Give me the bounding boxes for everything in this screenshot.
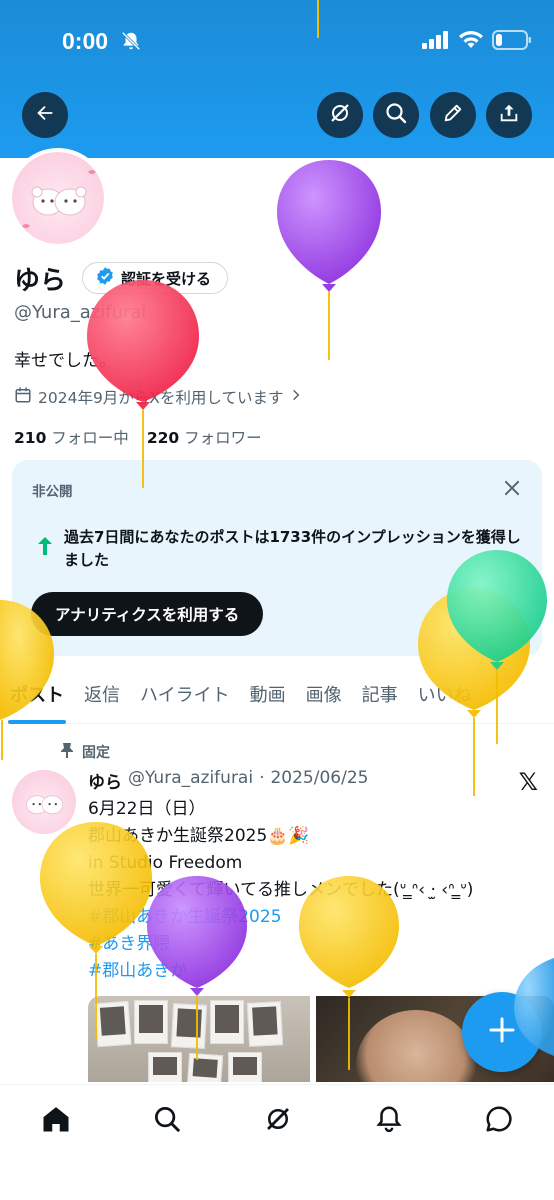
bottom-navigation xyxy=(0,1084,554,1200)
profile-avatar[interactable] xyxy=(8,148,108,248)
profile-bio: 幸せでした。 xyxy=(14,351,116,371)
follow-stats: 210 フォロー中 220 フォロワー xyxy=(14,426,262,448)
private-label: 非公開 xyxy=(32,484,73,500)
following-count: 210 xyxy=(14,429,47,447)
post-author-name[interactable]: ゆら xyxy=(88,768,122,793)
post-line: 郡山あきか生誕祭2025🎂🎉 xyxy=(88,826,310,846)
post-body: 6月22日（日） 郡山あきか生誕祭2025🎂🎉 in Studio Freedo… xyxy=(88,796,538,985)
calendar-icon xyxy=(14,386,32,408)
pinned-label: 固定 xyxy=(82,745,110,761)
x-logo-icon: 𝕏 xyxy=(518,768,538,796)
grok-icon xyxy=(263,1104,293,1138)
nav-messages[interactable] xyxy=(479,1101,519,1141)
following-link[interactable]: 210 フォロー中 xyxy=(14,426,129,448)
search-button[interactable] xyxy=(373,92,419,138)
profile-handle: @Yura_azifurai xyxy=(14,302,147,323)
chevron-right-icon xyxy=(289,388,303,406)
tab-highlights[interactable]: ハイライト xyxy=(130,664,240,724)
post-header: ゆら @Yura_azifurai · 2025/06/25 xyxy=(88,768,368,793)
following-label: フォロー中 xyxy=(51,429,129,447)
nav-grok[interactable] xyxy=(258,1101,298,1141)
nav-notifications[interactable] xyxy=(369,1101,409,1141)
tab-videos[interactable]: 動画 xyxy=(240,664,296,724)
display-name: ゆら xyxy=(14,266,67,296)
joined-text: 2024年9月からXを利用しています xyxy=(38,389,284,407)
share-button[interactable] xyxy=(486,92,532,138)
impression-summary: 過去7日間にあなたのポストは1733件のインプレッションを獲得しました xyxy=(36,526,526,572)
post-author-handle[interactable]: @Yura_azifurai xyxy=(128,768,253,793)
nav-search[interactable] xyxy=(147,1101,187,1141)
get-verified-button[interactable]: 認証を受ける xyxy=(82,262,229,294)
arrow-left-icon xyxy=(34,102,56,128)
signal-icon xyxy=(422,31,450,53)
wifi-icon xyxy=(458,30,484,54)
bell-off-icon xyxy=(120,30,142,56)
avatar-image xyxy=(12,152,104,244)
post-image-1[interactable] xyxy=(88,996,310,1082)
status-time: 0:00 xyxy=(62,28,109,54)
pin-icon xyxy=(60,742,74,762)
private-analytics-card: 非公開 過去7日間にあなたのポストは1733件のインプレッションを獲得しました … xyxy=(12,460,542,656)
post-author-avatar[interactable] xyxy=(12,770,76,834)
notifications-icon xyxy=(374,1104,404,1138)
followers-count: 220 xyxy=(146,429,180,447)
share-icon xyxy=(498,102,520,128)
followers-link[interactable]: 220 フォロワー xyxy=(147,426,262,448)
tab-posts[interactable]: ポスト xyxy=(0,664,74,724)
verified-badge-icon xyxy=(95,266,115,290)
tab-articles[interactable]: 記事 xyxy=(352,664,408,724)
impression-text: 過去7日間にあなたのポストは1733件のインプレッションを獲得しました xyxy=(64,528,521,569)
edit-icon xyxy=(442,102,464,128)
edit-button[interactable] xyxy=(430,92,476,138)
grok-icon xyxy=(328,101,352,129)
status-bar: 0:00 xyxy=(0,0,554,84)
pinned-indicator: 固定 xyxy=(60,742,110,762)
arrow-up-icon xyxy=(36,536,54,572)
joined-date[interactable]: 2024年9月からXを利用しています xyxy=(14,386,303,408)
hashtag-link[interactable]: #あき界隈 xyxy=(88,931,538,958)
balloon xyxy=(277,160,381,360)
post-line: 世界一可愛くて輝いてる推しメンでした(ᐡ ̳ᐢ‹ ‧̫ ‹ᐢ ̳ᐡ) xyxy=(88,880,474,900)
status-indicators xyxy=(422,30,532,54)
back-button[interactable] xyxy=(22,92,68,138)
post-line: in Studio Freedom xyxy=(88,853,243,873)
tab-replies[interactable]: 返信 xyxy=(74,664,130,724)
home-icon xyxy=(41,1104,71,1138)
nav-home[interactable] xyxy=(36,1101,76,1141)
post-line: 6月22日（日） xyxy=(88,799,206,819)
profile-tabs: ポスト 返信 ハイライト 動画 画像 記事 いいね xyxy=(0,664,554,724)
post-separator: · xyxy=(259,768,265,788)
tab-likes[interactable]: いいね xyxy=(408,664,482,724)
close-icon[interactable] xyxy=(502,478,522,502)
hashtag-link[interactable]: #郡山あきか生誕祭2025 xyxy=(88,904,538,931)
tab-images[interactable]: 画像 xyxy=(296,664,352,724)
battery-icon xyxy=(492,30,532,54)
hashtag-link[interactable]: #郡山あきか xyxy=(88,958,538,985)
followers-label: フォロワー xyxy=(184,429,262,447)
search-icon xyxy=(384,101,408,129)
search-icon xyxy=(152,1104,182,1138)
compose-post-button[interactable] xyxy=(462,992,542,1072)
messages-icon xyxy=(484,1104,514,1138)
post-date[interactable]: 2025/06/25 xyxy=(270,768,368,793)
plus-icon xyxy=(488,1016,516,1048)
grok-button[interactable] xyxy=(317,92,363,138)
get-verified-label: 認証を受ける xyxy=(121,269,212,288)
analytics-button[interactable]: アナリティクスを利用する xyxy=(31,592,264,636)
